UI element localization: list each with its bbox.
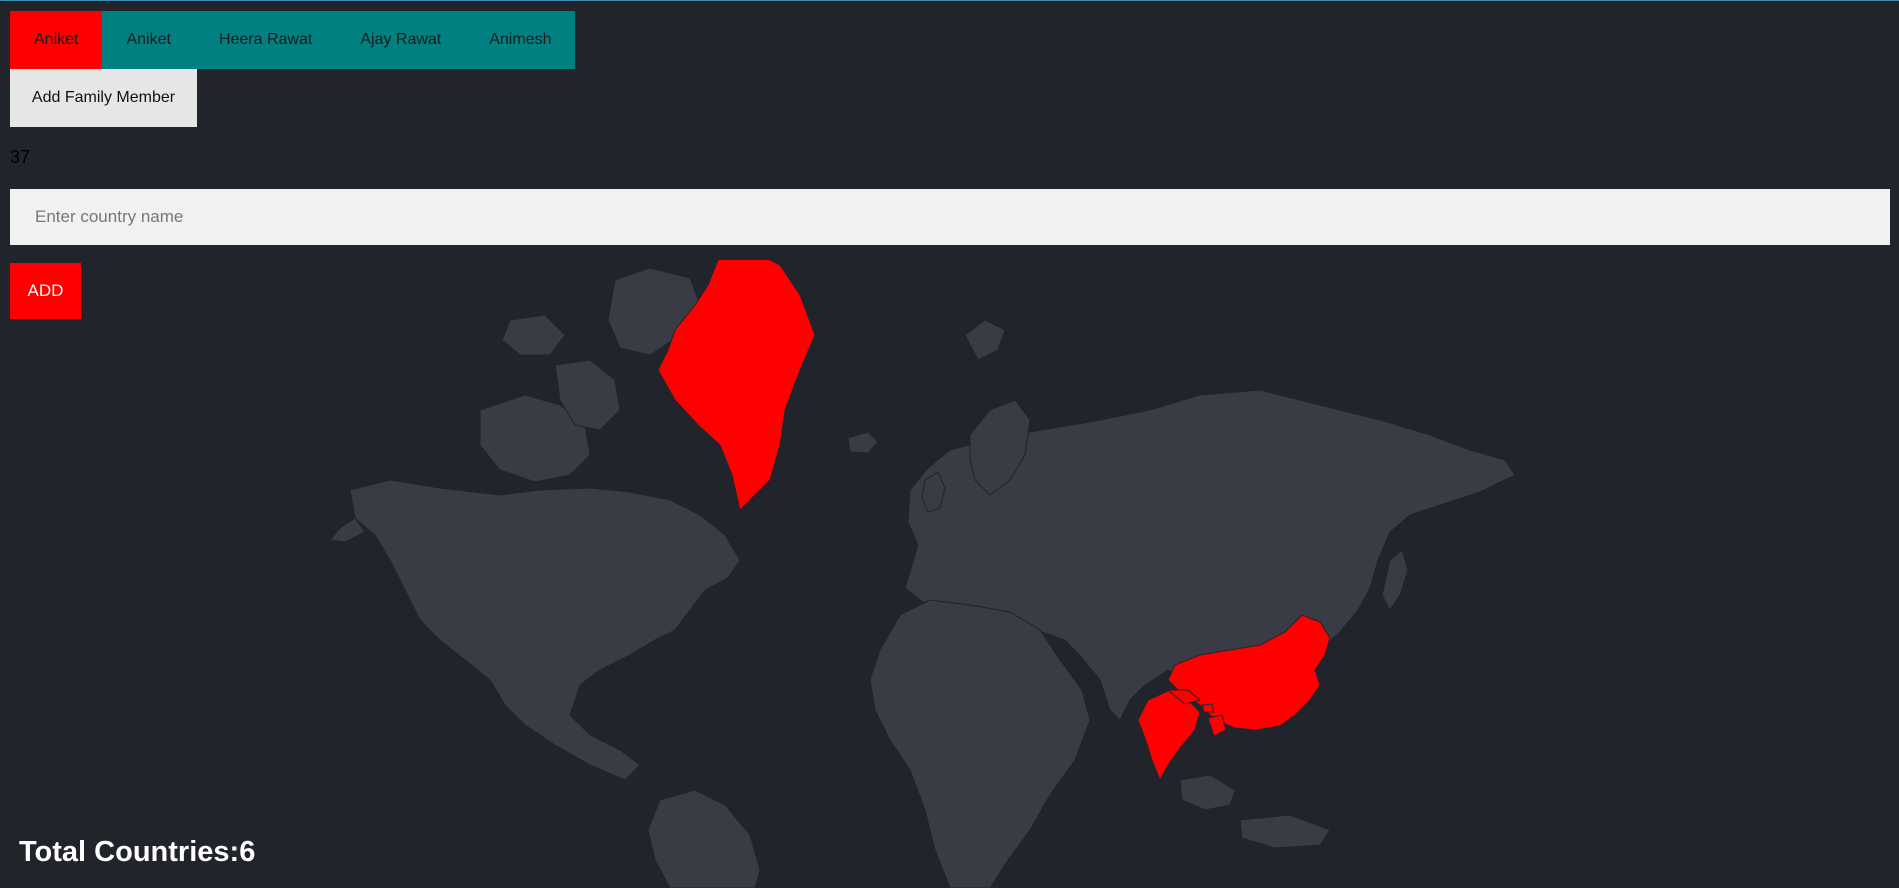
indonesia-landmass[interactable] bbox=[1239, 814, 1331, 849]
india-landmass[interactable] bbox=[1137, 689, 1201, 782]
svalbard-landmass[interactable] bbox=[964, 319, 1006, 361]
country-name-input[interactable] bbox=[10, 189, 1890, 245]
arctic-small-islands-landmass[interactable] bbox=[501, 314, 566, 356]
africa-landmass[interactable] bbox=[869, 599, 1091, 888]
total-countries-value: 6 bbox=[239, 836, 256, 868]
south-america-landmass[interactable] bbox=[647, 789, 761, 888]
add-country-button[interactable]: ADD bbox=[10, 263, 81, 319]
bangladesh-landmass[interactable] bbox=[1207, 714, 1227, 737]
color-count: 37 bbox=[10, 147, 31, 167]
tab-member-heera-rawat[interactable]: Heera Rawat bbox=[195, 11, 336, 69]
add-family-member-button[interactable]: Add Family Member bbox=[10, 69, 197, 127]
tab-member-ajay-rawat[interactable]: Ajay Rawat bbox=[336, 11, 465, 69]
japan-landmass[interactable] bbox=[1381, 549, 1409, 611]
total-countries-text: Total Countries: bbox=[19, 836, 240, 868]
top-border-line bbox=[0, 0, 1899, 1]
family-member-tabs: Aniket Aniket Heera Rawat Ajay Rawat Ani… bbox=[10, 11, 576, 69]
bhutan-landmass[interactable] bbox=[1201, 703, 1215, 713]
tab-member-animesh[interactable]: Animesh bbox=[465, 11, 575, 69]
world-map bbox=[330, 260, 1516, 888]
tab-member-aniket-2[interactable]: Aniket bbox=[102, 11, 194, 69]
southeast-asia-islands-landmass[interactable] bbox=[1179, 774, 1236, 811]
total-countries-label: Total Countries:6 bbox=[19, 836, 255, 869]
iceland-landmass[interactable] bbox=[847, 431, 879, 454]
north-america-landmass[interactable] bbox=[349, 479, 741, 781]
tab-member-aniket-1[interactable]: Aniket bbox=[10, 11, 103, 69]
